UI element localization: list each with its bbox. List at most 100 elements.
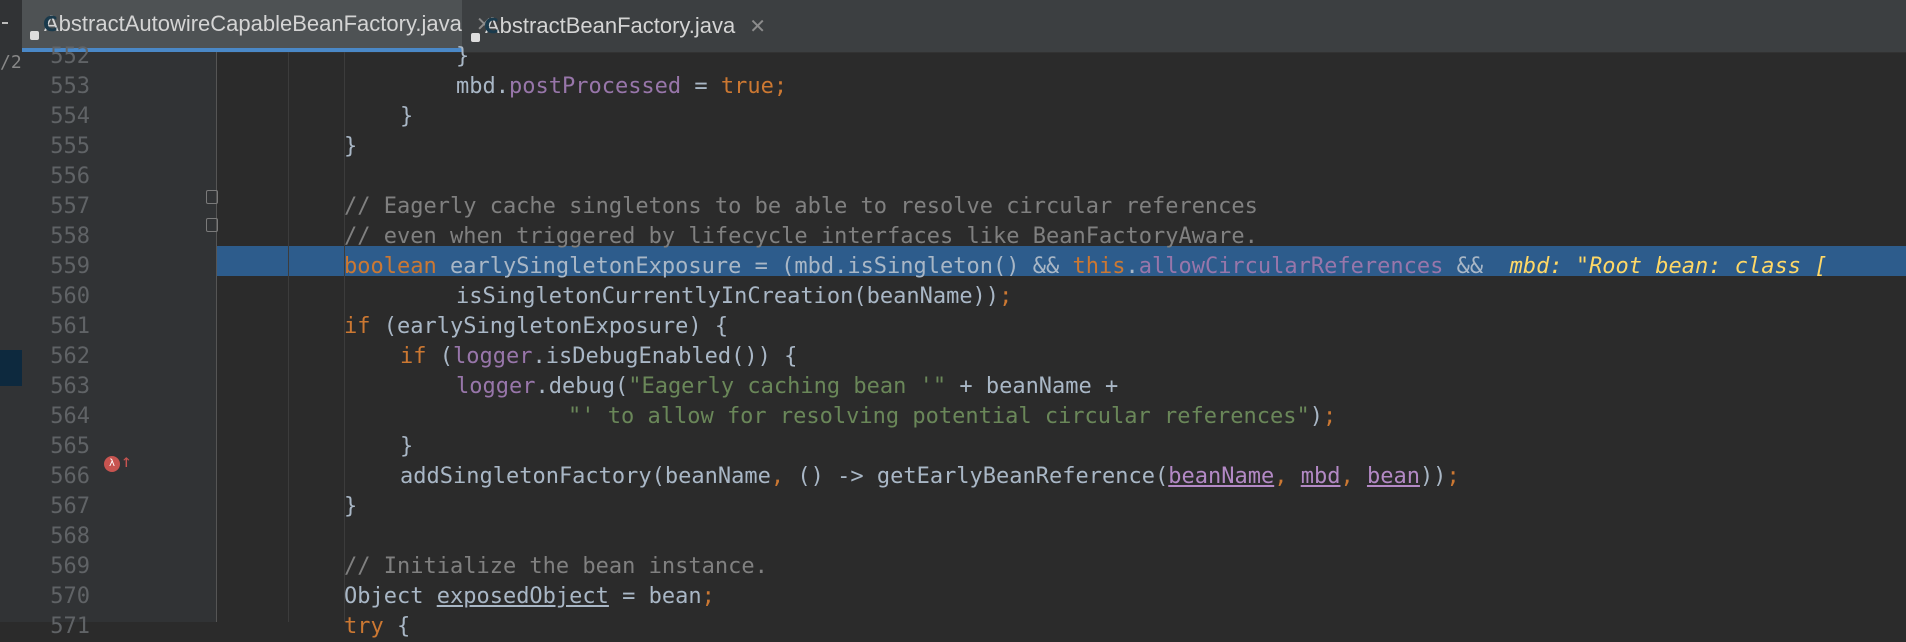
line-code: } — [344, 132, 357, 162]
code-line: 553 mbd.postProcessed = true; — [0, 72, 1906, 102]
line-number: 563 — [50, 374, 90, 399]
code-line: 566 addSingletonFactory(beanName, () -> g… — [0, 462, 1906, 492]
code-token: this — [1072, 254, 1126, 279]
line-code: } — [400, 102, 413, 132]
code-token: } — [400, 434, 414, 459]
line-code: addSingletonFactory(beanName, () -> getE… — [400, 462, 1460, 492]
code-line: 556 — [0, 162, 1906, 192]
code-token: , — [770, 464, 785, 489]
code-token: beanName — [1168, 464, 1275, 489]
code-token: ; — [1446, 464, 1460, 489]
line-number: 569 — [50, 554, 90, 579]
line-code: logger.debug("Eagerly caching bean '" + … — [456, 372, 1118, 402]
code-line: 562 if (logger.isDebugEnabled()) { — [0, 342, 1906, 372]
line-code: if (earlySingletonExposure) { — [344, 312, 728, 342]
line-number: 567 — [50, 494, 90, 519]
line-code: // even when triggered by lifecycle inte… — [344, 222, 1258, 252]
line-number: 552 — [50, 44, 90, 69]
code-token: = — [681, 74, 721, 99]
code-token: bean — [1366, 464, 1420, 489]
line-code: isSingletonCurrentlyInCreation(beanName)… — [456, 282, 1012, 312]
code-token: true — [720, 74, 774, 99]
line-code: if (logger.isDebugEnabled()) { — [400, 342, 797, 372]
code-line: 561 if (earlySingletonExposure) { — [0, 312, 1906, 342]
code-token: "' to allow for resolving potential circ… — [568, 404, 1310, 429]
line-number: 562 — [50, 344, 90, 369]
line-number: 564 — [50, 404, 90, 429]
code-token: .isDebugEnabled()) { — [532, 344, 798, 369]
code-token: try — [344, 614, 384, 639]
code-token: allowCircularReferences — [1138, 254, 1444, 279]
code-line: 560 isSingletonCurrentlyInCreation(beanNa… — [0, 282, 1906, 312]
code-token: (earlySingletonExposure) { — [370, 314, 729, 339]
code-token: ) — [1309, 404, 1323, 429]
code-token: earlySingletonExposure = (mbd.isSingleto… — [436, 254, 1073, 279]
line-number: 565 — [50, 434, 90, 459]
code-token: mbd — [1300, 464, 1341, 489]
code-line: 569 // Initialize the bean instance. — [0, 552, 1906, 582]
code-token: )) — [1419, 464, 1447, 489]
code-line: 564 "' to allow for resolving potential c… — [0, 402, 1906, 432]
code-token: // even when triggered by lifecycle inte… — [344, 224, 1258, 249]
code-token: mbd: "Root bean: class [ — [1509, 254, 1828, 279]
code-token: ; — [701, 584, 715, 609]
line-number: 566 — [50, 464, 90, 489]
code-line: 554} — [0, 102, 1906, 132]
tab-label: AbstractAutowireCapableBeanFactory.java — [44, 11, 462, 36]
code-token: // Initialize the bean instance. — [344, 554, 768, 579]
code-token: isSingletonCurrentlyInCreation(beanName)… — [456, 284, 1000, 309]
code-line: 563 logger.debug("Eagerly caching bean '"… — [0, 372, 1906, 402]
line-number: 555 — [50, 134, 90, 159]
code-line: 571 try { — [0, 612, 1906, 642]
code-line: 567} — [0, 492, 1906, 522]
code-token: } — [400, 104, 414, 129]
code-token: { — [383, 614, 411, 639]
code-token: ; — [1322, 404, 1337, 429]
line-code: mbd.postProcessed = true; — [456, 72, 787, 102]
code-token: , — [1274, 464, 1301, 489]
code-token: boolean — [344, 254, 437, 279]
code-token: addSingletonFactory(beanName — [400, 464, 771, 489]
code-token: if — [400, 344, 427, 369]
code-line: 555} — [0, 132, 1906, 162]
tab-label: AbstractBeanFactory.java — [485, 13, 736, 38]
line-number: 557 — [50, 194, 90, 219]
code-token: Object — [344, 584, 437, 609]
line-number: 571 — [50, 614, 90, 639]
code-line: 565} — [0, 432, 1906, 462]
code-line: 557 // Eagerly cache singletons to be abl… — [0, 192, 1906, 222]
strip-mark — [2, 22, 8, 24]
code-line: 570 Object exposedObject = bean; — [0, 582, 1906, 612]
code-token: () -> getEarlyBeanReference( — [784, 464, 1169, 489]
line-code: } — [456, 42, 469, 72]
code-line: 559 boolean earlySingletonExposure = (mbd… — [0, 252, 1906, 282]
line-code: } — [344, 492, 357, 522]
code-token: . — [1125, 254, 1139, 279]
code-token: , — [1340, 464, 1367, 489]
close-icon[interactable]: ✕ — [749, 14, 766, 39]
line-number: 553 — [50, 74, 90, 99]
code-token: postProcessed — [508, 74, 682, 99]
code-token: .debug( — [535, 374, 629, 399]
line-code: "' to allow for resolving potential circ… — [568, 402, 1336, 432]
code-token: logger — [456, 374, 536, 399]
code-token: "Eagerly caching bean '" — [628, 374, 947, 399]
code-token: logger — [453, 344, 533, 369]
code-token: if — [344, 314, 371, 339]
line-code: try { — [344, 612, 410, 642]
line-number: 558 — [50, 224, 90, 249]
code-line: 558 // even when triggered by lifecycle i… — [0, 222, 1906, 252]
line-number: 559 — [50, 254, 90, 279]
line-number: 568 — [50, 524, 90, 549]
line-number: 554 — [50, 104, 90, 129]
code-token: } — [456, 44, 470, 69]
code-token: = bean — [608, 584, 702, 609]
line-code: boolean earlySingletonExposure = (mbd.is… — [344, 252, 1827, 282]
line-code: // Eagerly cache singletons to be able t… — [344, 192, 1258, 222]
line-code: Object exposedObject = bean; — [344, 582, 715, 612]
line-number: 561 — [50, 314, 90, 339]
line-code: // Initialize the bean instance. — [344, 552, 768, 582]
code-token: } — [344, 494, 358, 519]
code-line: 568 — [0, 522, 1906, 552]
code-token: } — [344, 134, 358, 159]
